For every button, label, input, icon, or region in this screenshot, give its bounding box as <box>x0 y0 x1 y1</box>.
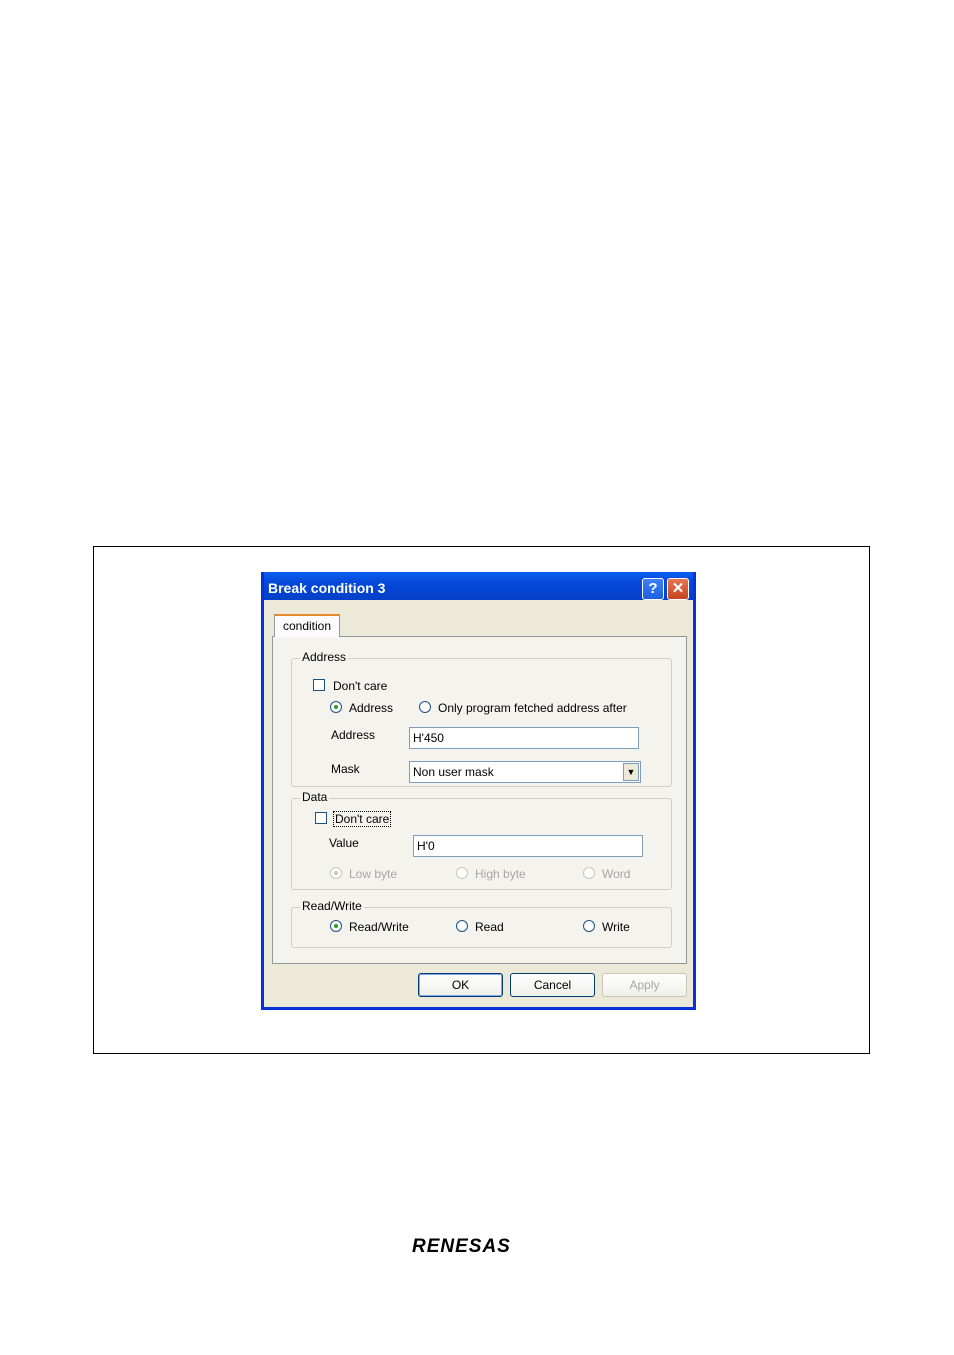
value-label: Value <box>329 836 359 850</box>
data-dont-care-label[interactable]: Don't care <box>332 811 392 827</box>
tab-condition[interactable]: condition <box>274 614 340 637</box>
radio-fetched-address-label[interactable]: Only program fetched address after <box>438 701 627 715</box>
break-condition-dialog: Break condition 3 ? ✕ condition Address … <box>261 572 696 1010</box>
mask-dropdown-button[interactable]: ▼ <box>623 763 639 781</box>
address-dont-care-label[interactable]: Don't care <box>333 679 387 693</box>
apply-button[interactable]: Apply <box>602 973 687 997</box>
dialog-content: condition Address Don't care Address Onl… <box>264 600 693 1007</box>
condition-panel: Address Don't care Address Only program … <box>272 636 687 964</box>
value-input[interactable]: H'0 <box>413 835 643 857</box>
address-group-legend: Address <box>300 650 349 664</box>
mask-select[interactable]: Non user mask ▼ <box>409 761 641 783</box>
radio-word[interactable] <box>583 867 595 879</box>
help-icon: ? <box>648 580 658 597</box>
data-group-legend: Data <box>300 790 330 804</box>
radio-word-label[interactable]: Word <box>602 867 630 881</box>
address-input[interactable]: H'450 <box>409 727 639 749</box>
radio-address-label[interactable]: Address <box>349 701 393 715</box>
data-dont-care-checkbox[interactable] <box>315 812 327 824</box>
radio-write[interactable] <box>583 920 595 932</box>
dialog-title: Break condition 3 <box>268 580 386 596</box>
read-write-group-legend: Read/Write <box>300 899 364 913</box>
ok-button[interactable]: OK <box>418 973 503 997</box>
mask-label: Mask <box>331 762 360 776</box>
address-group: Address Don't care Address Only program … <box>291 650 672 787</box>
radio-fetched-address[interactable] <box>419 701 431 713</box>
renesas-logo: RENESAS <box>412 1236 511 1257</box>
radio-address[interactable] <box>330 701 342 713</box>
close-icon: ✕ <box>671 580 685 597</box>
radio-read[interactable] <box>456 920 468 932</box>
radio-write-label[interactable]: Write <box>602 920 630 934</box>
radio-low-byte-label[interactable]: Low byte <box>349 867 397 881</box>
help-button[interactable]: ? <box>642 578 664 600</box>
radio-read-write[interactable] <box>330 920 342 932</box>
address-dont-care-checkbox[interactable] <box>313 679 325 691</box>
radio-low-byte[interactable] <box>330 867 342 879</box>
cancel-button[interactable]: Cancel <box>510 973 595 997</box>
radio-high-byte[interactable] <box>456 867 468 879</box>
mask-select-value: Non user mask <box>413 765 494 779</box>
address-field-label: Address <box>331 728 376 742</box>
chevron-down-icon: ▼ <box>626 767 636 777</box>
radio-high-byte-label[interactable]: High byte <box>475 867 526 881</box>
close-button[interactable]: ✕ <box>667 578 689 600</box>
title-bar[interactable]: Break condition 3 ? ✕ <box>264 572 693 600</box>
radio-read-label[interactable]: Read <box>475 920 504 934</box>
radio-read-write-label[interactable]: Read/Write <box>349 920 409 934</box>
read-write-group: Read/Write Read/Write Read Write <box>291 899 672 948</box>
data-group: Data Don't care Value H'0 Low byte High … <box>291 790 672 890</box>
